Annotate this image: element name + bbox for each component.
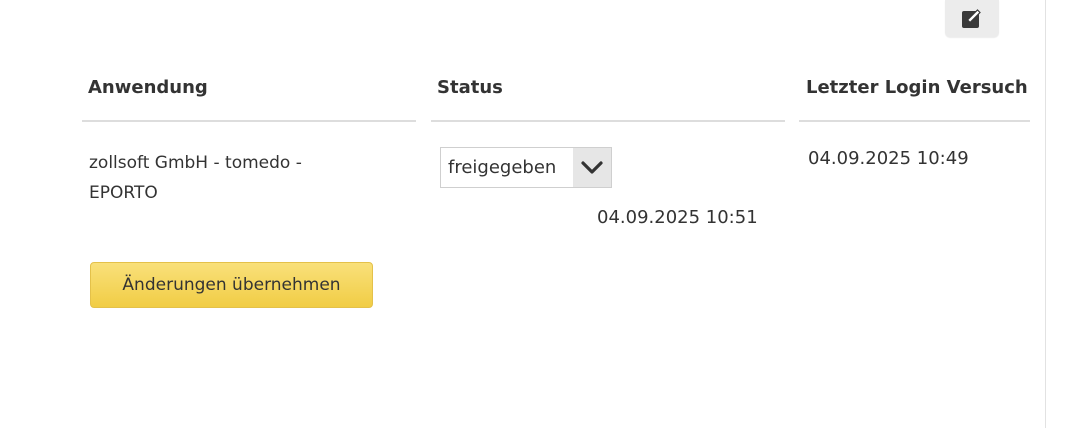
- application-name-line: zollsoft GmbH - tomedo -: [89, 153, 302, 173]
- status-select[interactable]: freigegeben: [440, 147, 612, 188]
- header-divider: [799, 120, 1030, 122]
- apply-changes-button[interactable]: Änderungen übernehmen: [90, 262, 373, 308]
- header-divider: [431, 120, 785, 122]
- column-header-status: Status: [437, 77, 503, 98]
- status-timestamp: 04.09.2025 10:51: [597, 207, 758, 228]
- status-select-value: freigegeben: [448, 157, 557, 178]
- application-name-line: EPORTO: [89, 183, 158, 203]
- application-name: zollsoft GmbH - tomedo - EPORTO: [89, 148, 359, 208]
- column-header-application: Anwendung: [88, 77, 208, 98]
- chevron-down-icon[interactable]: [573, 148, 611, 187]
- permissions-panel: Anwendung Status Letzter Login Versuch z…: [0, 0, 1082, 428]
- sidebar-divider: [1045, 0, 1046, 428]
- header-divider: [82, 120, 416, 122]
- edit-button[interactable]: [945, 0, 999, 37]
- column-header-last-login: Letzter Login Versuch: [806, 77, 1028, 98]
- pencil-icon: [962, 8, 981, 28]
- last-login-timestamp: 04.09.2025 10:49: [808, 148, 969, 169]
